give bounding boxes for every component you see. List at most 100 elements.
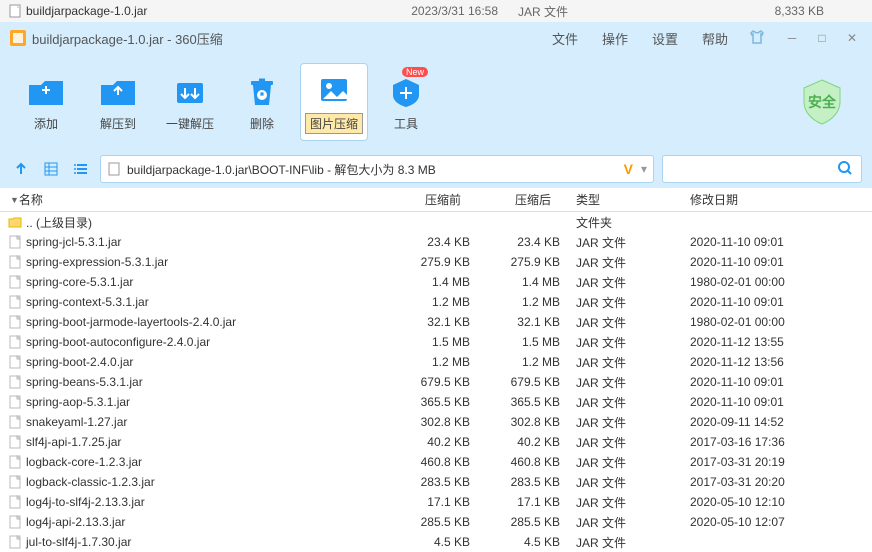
- tools-button[interactable]: New 工具: [372, 63, 440, 141]
- file-row[interactable]: spring-boot-2.4.0.jar1.2 MB1.2 MBJAR 文件2…: [0, 352, 872, 372]
- file-icon: [8, 255, 22, 269]
- file-row[interactable]: logback-core-1.2.3.jar460.8 KB460.8 KBJA…: [0, 452, 872, 472]
- image-compress-label: 图片压缩: [305, 113, 363, 134]
- file-type: JAR 文件: [560, 334, 650, 351]
- explorer-file-row[interactable]: buildjarpackage-1.0.jar 2023/3/31 16:58 …: [0, 0, 872, 22]
- file-icon: [8, 375, 22, 389]
- file-icon: [8, 275, 22, 289]
- extract-button[interactable]: 解压到: [84, 63, 152, 141]
- view-list-icon[interactable]: [70, 158, 92, 180]
- menubar: 文件 操作 设置 帮助: [552, 29, 728, 48]
- menu-settings[interactable]: 设置: [652, 29, 678, 48]
- safety-badge: 安全: [794, 74, 850, 130]
- file-row[interactable]: spring-core-5.3.1.jar1.4 MB1.4 MBJAR 文件1…: [0, 272, 872, 292]
- file-row[interactable]: log4j-api-2.13.3.jar285.5 KB285.5 KBJAR …: [0, 512, 872, 532]
- image-compress-button[interactable]: 图片压缩: [300, 63, 368, 141]
- menu-help[interactable]: 帮助: [702, 29, 728, 48]
- file-icon: [8, 415, 22, 429]
- file-date: 2020-05-10 12:10: [650, 495, 872, 509]
- file-icon: [8, 535, 22, 549]
- file-row[interactable]: slf4j-api-1.7.25.jar40.2 KB40.2 KBJAR 文件…: [0, 432, 872, 452]
- file-type: JAR 文件: [560, 394, 650, 411]
- file-icon: [8, 4, 22, 18]
- file-size-before: 23.4 KB: [380, 235, 470, 249]
- file-size-after: 23.4 KB: [470, 235, 560, 249]
- file-row[interactable]: log4j-to-slf4j-2.13.3.jar17.1 KB17.1 KBJ…: [0, 492, 872, 512]
- view-detail-icon[interactable]: [40, 158, 62, 180]
- file-size-after: 460.8 KB: [470, 455, 560, 469]
- add-icon: [27, 73, 65, 111]
- file-row[interactable]: spring-beans-5.3.1.jar679.5 KB679.5 KBJA…: [0, 372, 872, 392]
- file-type: JAR 文件: [560, 494, 650, 511]
- app-icon: [10, 30, 26, 46]
- parent-dir-name: .. (上级目录): [26, 214, 92, 231]
- search-icon: [837, 160, 853, 179]
- file-name: spring-jcl-5.3.1.jar: [26, 235, 121, 249]
- add-button[interactable]: 添加: [12, 63, 80, 141]
- column-before[interactable]: 压缩前: [380, 191, 470, 208]
- image-compress-icon: [315, 71, 353, 109]
- titlebar: buildjarpackage-1.0.jar - 360压缩 文件 操作 设置…: [0, 22, 872, 54]
- file-row[interactable]: spring-jcl-5.3.1.jar23.4 KB23.4 KBJAR 文件…: [0, 232, 872, 252]
- clothes-icon[interactable]: [748, 28, 766, 49]
- file-icon: [8, 495, 22, 509]
- close-button[interactable]: ✕: [842, 31, 862, 45]
- file-date: 1980-02-01 00:00: [650, 315, 872, 329]
- parent-dir-row[interactable]: .. (上级目录) 文件夹: [0, 212, 872, 232]
- file-size-before: 1.5 MB: [380, 335, 470, 349]
- file-type: JAR 文件: [560, 474, 650, 491]
- file-icon: [8, 475, 22, 489]
- file-size-before: 1.2 MB: [380, 355, 470, 369]
- oneclick-extract-button[interactable]: 一键解压: [156, 63, 224, 141]
- toolbar: 添加 解压到 一键解压 删除 图片压缩 New 工具 安全: [0, 54, 872, 150]
- path-input[interactable]: [127, 162, 618, 176]
- folder-icon: [8, 215, 22, 229]
- file-icon: [8, 295, 22, 309]
- file-size-after: 17.1 KB: [470, 495, 560, 509]
- column-date[interactable]: 修改日期: [650, 191, 872, 208]
- file-row[interactable]: spring-aop-5.3.1.jar365.5 KB365.5 KBJAR …: [0, 392, 872, 412]
- file-date: 2017-03-16 17:36: [650, 435, 872, 449]
- file-row[interactable]: spring-context-5.3.1.jar1.2 MB1.2 MBJAR …: [0, 292, 872, 312]
- file-date: 2020-11-10 09:01: [650, 235, 872, 249]
- column-type[interactable]: 类型: [560, 191, 650, 208]
- search-box[interactable]: [662, 155, 862, 183]
- delete-button[interactable]: 删除: [228, 63, 296, 141]
- file-name: slf4j-api-1.7.25.jar: [26, 435, 121, 449]
- file-type: JAR 文件: [560, 454, 650, 471]
- column-name[interactable]: ▼ 名称: [0, 191, 380, 208]
- file-row[interactable]: logback-classic-1.2.3.jar283.5 KB283.5 K…: [0, 472, 872, 492]
- file-type: JAR 文件: [560, 354, 650, 371]
- menu-operation[interactable]: 操作: [602, 29, 628, 48]
- file-size-after: 40.2 KB: [470, 435, 560, 449]
- file-size-after: 32.1 KB: [470, 315, 560, 329]
- file-icon: [8, 515, 22, 529]
- svg-text:安全: 安全: [808, 94, 837, 110]
- file-name: spring-boot-jarmode-layertools-2.4.0.jar: [26, 315, 236, 329]
- file-size-after: 275.9 KB: [470, 255, 560, 269]
- file-type: JAR 文件: [560, 374, 650, 391]
- file-date: 1980-02-01 00:00: [650, 275, 872, 289]
- oneclick-icon: [171, 73, 209, 111]
- menu-file[interactable]: 文件: [552, 29, 578, 48]
- dropdown-icon[interactable]: ▾: [641, 162, 647, 176]
- file-row[interactable]: snakeyaml-1.27.jar302.8 KB302.8 KBJAR 文件…: [0, 412, 872, 432]
- file-row[interactable]: spring-boot-autoconfigure-2.4.0.jar1.5 M…: [0, 332, 872, 352]
- file-row[interactable]: spring-expression-5.3.1.jar275.9 KB275.9…: [0, 252, 872, 272]
- tools-label: 工具: [394, 115, 418, 132]
- maximize-button[interactable]: □: [812, 31, 832, 45]
- file-list: .. (上级目录) 文件夹 spring-jcl-5.3.1.jar 23.4 K…: [0, 212, 872, 552]
- file-icon: [8, 335, 22, 349]
- file-row[interactable]: spring-boot-jarmode-layertools-2.4.0.jar…: [0, 312, 872, 332]
- delete-label: 删除: [250, 115, 274, 132]
- minimize-button[interactable]: ─: [782, 31, 802, 45]
- oneclick-label: 一键解压: [166, 115, 214, 132]
- file-size-before: 275.9 KB: [380, 255, 470, 269]
- file-size-after: 1.2 MB: [470, 355, 560, 369]
- up-button[interactable]: [10, 158, 32, 180]
- file-name: spring-boot-2.4.0.jar: [26, 355, 133, 369]
- file-size-before: 4.5 KB: [380, 535, 470, 549]
- column-after[interactable]: 压缩后: [470, 191, 560, 208]
- file-size-after: 365.5 KB: [470, 395, 560, 409]
- file-row[interactable]: jul-to-slf4j-1.7.30.jar4.5 KB4.5 KBJAR 文…: [0, 532, 872, 552]
